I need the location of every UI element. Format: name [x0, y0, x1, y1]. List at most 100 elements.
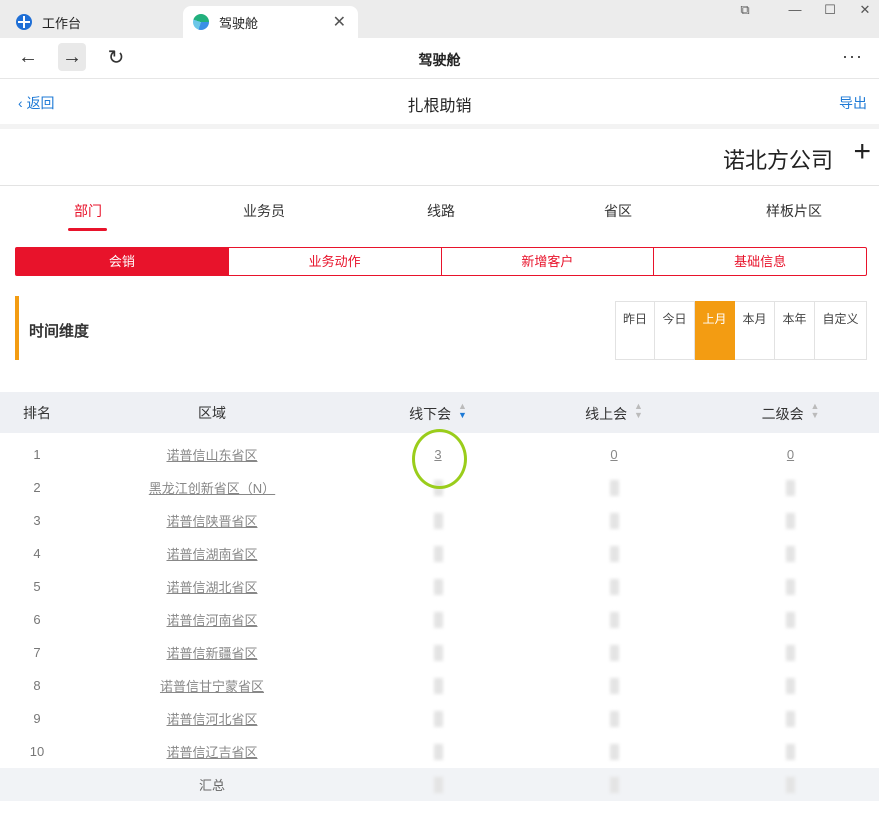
tab-cockpit[interactable]: 驾驶舱 ✕: [183, 6, 358, 38]
window-tab-strip: 工作台 驾驶舱 ✕ ⧉ — ☐ ✕: [0, 0, 879, 38]
redacted-value: [786, 710, 795, 727]
restore-window-icon[interactable]: ⧉: [735, 2, 755, 18]
redacted-value: [433, 644, 443, 661]
header-online[interactable]: 线上会 ▲ ▼: [526, 401, 702, 424]
time-option-this-year[interactable]: 本年: [775, 301, 815, 360]
redacted-value: [786, 743, 795, 760]
time-option-last-month[interactable]: 上月: [695, 301, 735, 360]
maximize-icon[interactable]: ☐: [820, 2, 840, 18]
segment-meeting-sales[interactable]: 会销: [16, 248, 228, 275]
tab-workbench[interactable]: 工作台: [8, 6, 180, 38]
rank-cell-value: 7: [33, 645, 41, 660]
section-marker: [15, 296, 19, 360]
sort-icon[interactable]: ▲ ▼: [634, 401, 643, 420]
redacted-value: [609, 545, 619, 562]
time-option-today[interactable]: 今日: [655, 301, 695, 360]
app-header: ‹ 返回 扎根助销 导出: [0, 80, 879, 124]
online-cell: [526, 545, 702, 562]
secondary-cell: [702, 611, 879, 628]
online-cell: [526, 512, 702, 529]
table-body: 1 诺普信山东省区 3 0 0 2 黑龙江创新省区（N） 3 诺普信陕晋省区 4 诺普信湖南省区 5 诺…: [0, 438, 879, 768]
table-row: 9 诺普信河北省区: [0, 702, 879, 735]
browser-toolbar: ← → ↻ 驾驶舱 ···: [0, 38, 879, 79]
region-cell-value[interactable]: 诺普信山东省区: [166, 448, 257, 463]
online-cell-value[interactable]: 0: [610, 447, 617, 462]
header-secondary-label: 二级会: [761, 405, 804, 422]
table-footer: 汇总: [0, 768, 879, 801]
tab-label: 工作台: [42, 15, 82, 31]
segment-basic-info[interactable]: 基础信息: [653, 248, 866, 275]
redacted-value: [433, 710, 443, 727]
time-option-custom[interactable]: 自定义: [815, 301, 867, 360]
total-offline: [350, 776, 526, 793]
region-cell-value[interactable]: 诺普信新疆省区: [166, 646, 257, 661]
rank-cell: 6: [0, 612, 74, 627]
minimize-icon[interactable]: —: [785, 2, 805, 17]
time-option-yesterday[interactable]: 昨日: [615, 301, 655, 360]
redacted-value: [609, 743, 619, 760]
table-row: 2 黑龙江创新省区（N）: [0, 471, 879, 504]
rank-cell: 3: [0, 513, 74, 528]
redacted-value: [786, 611, 795, 628]
segment-control: 会销 业务动作 新增客户 基础信息: [15, 247, 867, 276]
offline-cell: [350, 611, 526, 628]
more-icon[interactable]: ···: [842, 46, 863, 67]
close-window-icon[interactable]: ✕: [855, 2, 875, 18]
online-cell: [526, 611, 702, 628]
tab-label: 驾驶舱: [219, 15, 259, 31]
close-icon[interactable]: ✕: [333, 12, 346, 32]
secondary-cell-value[interactable]: 0: [787, 447, 794, 462]
tab-salesperson[interactable]: 业务员: [243, 201, 285, 221]
offline-cell: [350, 644, 526, 661]
tab-route[interactable]: 线路: [427, 201, 455, 221]
tab-sample-area[interactable]: 样板片区: [766, 201, 822, 221]
region-cell-value[interactable]: 诺普信湖北省区: [166, 580, 257, 595]
table-row: 8 诺普信甘宁蒙省区: [0, 669, 879, 702]
online-cell: [526, 710, 702, 727]
rank-cell-value: 6: [33, 612, 41, 627]
time-options: 昨日 今日 上月 本月 本年 自定义: [615, 301, 867, 360]
offline-cell: [350, 512, 526, 529]
redacted-value: [609, 710, 619, 727]
sort-icon[interactable]: ▲ ▼: [810, 401, 819, 420]
rank-cell: 10: [0, 744, 74, 759]
redacted-value: [433, 776, 443, 793]
region-cell-value[interactable]: 诺普信甘宁蒙省区: [160, 679, 264, 694]
segment-new-customers[interactable]: 新增客户: [440, 248, 654, 275]
region-cell: 诺普信陕晋省区: [74, 511, 350, 530]
region-cell-value[interactable]: 诺普信辽吉省区: [166, 745, 257, 760]
rank-cell-value: 3: [33, 513, 41, 528]
region-cell-value[interactable]: 诺普信陕晋省区: [166, 514, 257, 529]
plus-icon[interactable]: +: [853, 137, 871, 167]
segment-business-actions[interactable]: 业务动作: [227, 248, 441, 275]
online-cell: [526, 578, 702, 595]
time-option-this-month[interactable]: 本月: [735, 301, 775, 360]
sort-icon[interactable]: ▲ ▼: [458, 401, 467, 420]
header-offline[interactable]: 线下会 ▲ ▼: [350, 401, 526, 424]
rank-cell: 4: [0, 546, 74, 561]
workbench-icon: [16, 14, 32, 30]
offline-cell-value[interactable]: 3: [434, 447, 441, 462]
tab-province[interactable]: 省区: [604, 201, 632, 221]
table-header: 排名 区域 线下会 ▲ ▼ 线上会 ▲ ▼ 二级会 ▲ ▼: [0, 392, 879, 433]
rank-cell: 2: [0, 480, 74, 495]
page-title: 驾驶舱: [418, 52, 461, 68]
table-row: 4 诺普信湖南省区: [0, 537, 879, 570]
region-cell-value[interactable]: 诺普信河南省区: [166, 613, 257, 628]
redacted-value: [433, 545, 443, 562]
secondary-cell: [702, 578, 879, 595]
region-cell: 诺普信河南省区: [74, 610, 350, 629]
header-secondary[interactable]: 二级会 ▲ ▼: [702, 401, 879, 424]
redacted-value: [786, 545, 795, 562]
total-online: [526, 776, 702, 793]
redacted-value: [609, 611, 619, 628]
region-cell-value[interactable]: 黑龙江创新省区（N）: [149, 481, 275, 496]
redacted-value: [609, 677, 619, 694]
cockpit-icon: [193, 14, 209, 30]
region-cell-value[interactable]: 诺普信河北省区: [166, 712, 257, 727]
tab-department[interactable]: 部门: [74, 201, 102, 221]
offline-cell: [350, 545, 526, 562]
region-cell-value[interactable]: 诺普信湖南省区: [166, 547, 257, 562]
company-name[interactable]: 诺北方公司: [723, 143, 833, 175]
export-button[interactable]: 导出: [839, 93, 867, 113]
